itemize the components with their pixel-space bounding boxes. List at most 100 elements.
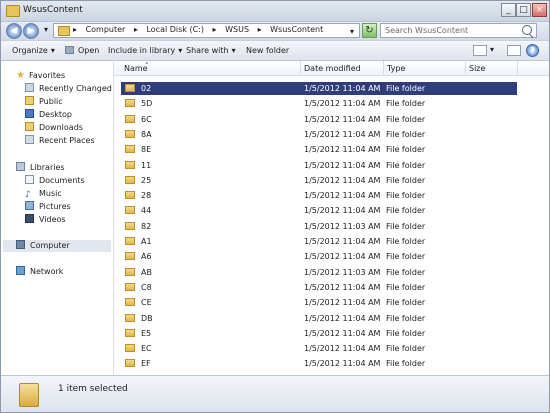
sidebar-item-documents[interactable]: Documents: [25, 175, 111, 187]
file-row[interactable]: 02 1/5/2012 11:04 AM File folder: [114, 82, 549, 95]
file-row[interactable]: 25 1/5/2012 11:04 AM File folder: [114, 174, 549, 187]
sidebar-item-recent-places[interactable]: Recent Places: [25, 135, 111, 147]
navigation-bar: ◀ ▶ ▾ ▸ Computer ▸ Local Disk (C:) ▸ WSU…: [1, 21, 549, 41]
back-arrow-icon[interactable]: ◀: [6, 23, 22, 39]
file-name-cell[interactable]: EC: [121, 342, 301, 355]
sidebar-item-network[interactable]: Network: [16, 266, 111, 278]
file-row[interactable]: 82 1/5/2012 11:03 AM File folder: [114, 220, 549, 233]
file-name-cell[interactable]: 8E: [121, 143, 301, 156]
star-icon: ★: [16, 70, 25, 81]
organize-button[interactable]: Organize ▾: [12, 46, 55, 55]
file-row[interactable]: CE 1/5/2012 11:04 AM File folder: [114, 296, 549, 309]
file-date-modified: 1/5/2012 11:04 AM: [304, 145, 381, 155]
file-name-cell[interactable]: 25: [121, 174, 301, 187]
sidebar-item-recently-changed[interactable]: Recently Changed: [25, 83, 112, 95]
file-name-cell[interactable]: 82: [121, 220, 301, 233]
file-name-cell[interactable]: 5D: [121, 97, 301, 110]
file-name-cell[interactable]: 11: [121, 159, 301, 172]
sidebar-item-label: Desktop: [39, 110, 72, 119]
file-name-cell[interactable]: AB: [121, 266, 301, 279]
file-type: File folder: [386, 282, 426, 292]
file-row[interactable]: 8E 1/5/2012 11:04 AM File folder: [114, 143, 549, 156]
file-name: A1: [141, 237, 152, 246]
minimize-button[interactable]: _: [501, 3, 516, 17]
preview-pane-icon[interactable]: [507, 45, 521, 56]
file-name: AB: [141, 267, 152, 277]
sidebar-item-computer[interactable]: Computer: [3, 240, 111, 252]
breadcrumb-separator: ▸: [257, 25, 262, 34]
file-row[interactable]: 44 1/5/2012 11:04 AM File folder: [114, 204, 549, 217]
magnifier-icon: [522, 25, 532, 35]
file-name-cell[interactable]: CE: [121, 296, 301, 309]
file-name-cell[interactable]: E5: [121, 327, 301, 340]
file-row[interactable]: 28 1/5/2012 11:04 AM File folder: [114, 189, 549, 202]
file-name-cell[interactable]: A1: [121, 235, 301, 248]
file-row[interactable]: 5D 1/5/2012 11:04 AM File folder: [114, 97, 549, 110]
file-name-cell[interactable]: C8: [121, 281, 301, 294]
recent-pages-dropdown[interactable]: ▾: [40, 23, 52, 36]
breadcrumb-separator: ▸: [133, 25, 138, 34]
share-with-button[interactable]: Share with ▾: [186, 46, 236, 55]
file-name-cell[interactable]: 6C: [121, 113, 301, 126]
sidebar-item-label: Recent Places: [39, 136, 95, 145]
sidebar-item-desktop[interactable]: Desktop: [25, 109, 111, 121]
breadcrumb-computer[interactable]: Computer: [86, 25, 126, 34]
libraries-icon: [16, 162, 25, 171]
file-row[interactable]: 11 1/5/2012 11:04 AM File folder: [114, 159, 549, 172]
column-separator[interactable]: [465, 61, 466, 76]
new-folder-button[interactable]: New folder: [246, 46, 289, 55]
folder-icon: [125, 282, 135, 291]
column-header-date-modified[interactable]: Date modified: [304, 64, 361, 73]
change-view-icon[interactable]: [473, 45, 487, 56]
sidebar-item-label: Pictures: [39, 202, 71, 211]
file-row[interactable]: A1 1/5/2012 11:04 AM File folder: [114, 235, 549, 248]
file-name-cell[interactable]: 28: [121, 189, 301, 202]
column-separator[interactable]: [300, 61, 301, 76]
file-name-cell[interactable]: A6: [121, 250, 301, 263]
file-name-cell[interactable]: 8A: [121, 128, 301, 141]
column-separator[interactable]: [517, 61, 518, 76]
file-name-cell[interactable]: 44: [121, 204, 301, 217]
view-options-dropdown[interactable]: ▾: [490, 45, 494, 54]
sidebar-item-pictures[interactable]: Pictures: [25, 201, 111, 213]
maximize-button[interactable]: □: [516, 3, 531, 17]
column-separator[interactable]: [383, 61, 384, 76]
file-row[interactable]: 6C 1/5/2012 11:04 AM File folder: [114, 113, 549, 126]
file-name-cell[interactable]: EF: [121, 357, 301, 370]
file-row[interactable]: EF 1/5/2012 11:04 AM File folder: [114, 357, 549, 370]
help-icon[interactable]: ?: [526, 44, 539, 57]
address-history-dropdown[interactable]: ▾: [346, 25, 358, 38]
sidebar-item-label: Network: [30, 267, 64, 276]
include-in-library-button[interactable]: Include in library ▾: [108, 46, 182, 55]
folder-icon: [125, 145, 135, 154]
sidebar-item-videos[interactable]: Videos: [25, 214, 111, 226]
sidebar-item-music[interactable]: ♪ Music: [25, 188, 111, 200]
file-details-cell: 1/5/2012 11:04 AM File folder: [301, 342, 517, 355]
column-header-type[interactable]: Type: [387, 64, 405, 73]
sidebar-libraries[interactable]: Libraries: [16, 162, 111, 174]
sidebar-item-downloads[interactable]: Downloads: [25, 122, 111, 134]
forward-arrow-icon[interactable]: ▶: [23, 23, 39, 39]
file-row[interactable]: 8A 1/5/2012 11:04 AM File folder: [114, 128, 549, 141]
address-bar[interactable]: ▸ Computer ▸ Local Disk (C:) ▸ WSUS ▸ Ws…: [53, 23, 360, 38]
search-input[interactable]: Search WsusContent: [380, 23, 537, 38]
breadcrumb-local-disk[interactable]: Local Disk (C:): [146, 25, 204, 34]
file-row[interactable]: C8 1/5/2012 11:04 AM File folder: [114, 281, 549, 294]
refresh-icon[interactable]: ↻: [362, 23, 377, 38]
sidebar-item-public[interactable]: Public: [25, 96, 111, 108]
file-row[interactable]: E5 1/5/2012 11:04 AM File folder: [114, 327, 549, 340]
folder-icon: [125, 252, 135, 261]
column-header-size[interactable]: Size: [469, 64, 485, 73]
file-row[interactable]: AB 1/5/2012 11:03 AM File folder: [114, 266, 549, 279]
file-row[interactable]: DB 1/5/2012 11:04 AM File folder: [114, 312, 549, 325]
file-name-cell[interactable]: DB: [121, 312, 301, 325]
sidebar-favorites[interactable]: ★ Favorites: [16, 70, 111, 82]
close-button[interactable]: ×: [532, 3, 547, 17]
open-button[interactable]: Open: [65, 46, 99, 55]
file-type: File folder: [386, 313, 426, 323]
file-row[interactable]: A6 1/5/2012 11:04 AM File folder: [114, 250, 549, 263]
breadcrumb-wsus[interactable]: WSUS: [225, 25, 249, 34]
file-row[interactable]: EC 1/5/2012 11:04 AM File folder: [114, 342, 549, 355]
breadcrumb-wsuscontent[interactable]: WsusContent: [270, 25, 323, 34]
file-name-cell[interactable]: 02: [121, 82, 301, 95]
